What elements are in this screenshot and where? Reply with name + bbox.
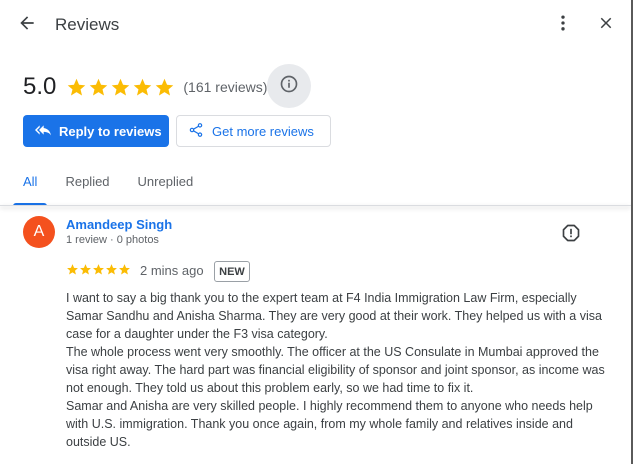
- report-review-button[interactable]: [558, 222, 584, 248]
- rating-info-button[interactable]: [267, 64, 311, 108]
- review-stars: [66, 263, 131, 276]
- tabs-divider: [0, 205, 631, 206]
- info-icon: [279, 74, 299, 99]
- dialog-title: Reviews: [55, 15, 120, 34]
- review-time: 2 mins ago: [140, 263, 204, 278]
- star-icon: [92, 263, 105, 276]
- tab-replied[interactable]: Replied: [65, 174, 109, 206]
- review-paragraph: The whole process went very smoothly. Th…: [66, 345, 605, 395]
- review-text: I want to say a big thank you to the exp…: [66, 289, 606, 451]
- tab-unreplied[interactable]: Unreplied: [138, 174, 194, 206]
- tab-all[interactable]: All: [12, 174, 49, 206]
- get-more-reviews-button[interactable]: Get more reviews: [176, 115, 331, 147]
- review-paragraph: I want to say a big thank you to the exp…: [66, 291, 602, 341]
- close-button[interactable]: [593, 12, 619, 38]
- reviewer-name[interactable]: Amandeep Singh: [66, 217, 172, 232]
- get-more-reviews-label: Get more reviews: [212, 123, 314, 139]
- new-badge: NEW: [214, 261, 250, 282]
- dialog-header: Reviews: [0, 0, 631, 50]
- close-icon: [597, 14, 615, 37]
- reply-to-reviews-label: Reply to reviews: [59, 123, 162, 139]
- review-count: (161 reviews): [183, 79, 268, 95]
- reviews-dialog: Reviews 5.0 (161 reviews) Reply to revie…: [0, 0, 631, 464]
- star-icon: [118, 263, 131, 276]
- avatar[interactable]: A: [23, 216, 55, 248]
- star-icon: [66, 263, 79, 276]
- rating-summary: 5.0 (161 reviews): [23, 70, 267, 104]
- star-icon: [88, 77, 109, 98]
- reply-to-reviews-button[interactable]: Reply to reviews: [23, 115, 169, 147]
- average-rating: 5.0: [23, 73, 57, 100]
- reviewer-meta: 1 review · 0 photos: [66, 234, 159, 246]
- back-button[interactable]: [14, 12, 40, 38]
- report-icon: [561, 223, 581, 248]
- more-vert-icon: [553, 13, 573, 38]
- review-paragraph: Samar and Anisha are very skilled people…: [66, 399, 593, 449]
- star-icon: [132, 77, 153, 98]
- more-options-button[interactable]: [551, 12, 575, 38]
- star-icon: [154, 77, 175, 98]
- share-icon: [188, 122, 212, 141]
- rating-stars: [66, 77, 175, 98]
- star-icon: [79, 263, 92, 276]
- arrow-back-icon: [17, 13, 37, 38]
- star-icon: [66, 77, 87, 98]
- reply-all-icon: [35, 122, 59, 141]
- star-icon: [110, 77, 131, 98]
- review-filter-tabs: All Replied Unreplied: [12, 174, 221, 206]
- star-icon: [105, 263, 118, 276]
